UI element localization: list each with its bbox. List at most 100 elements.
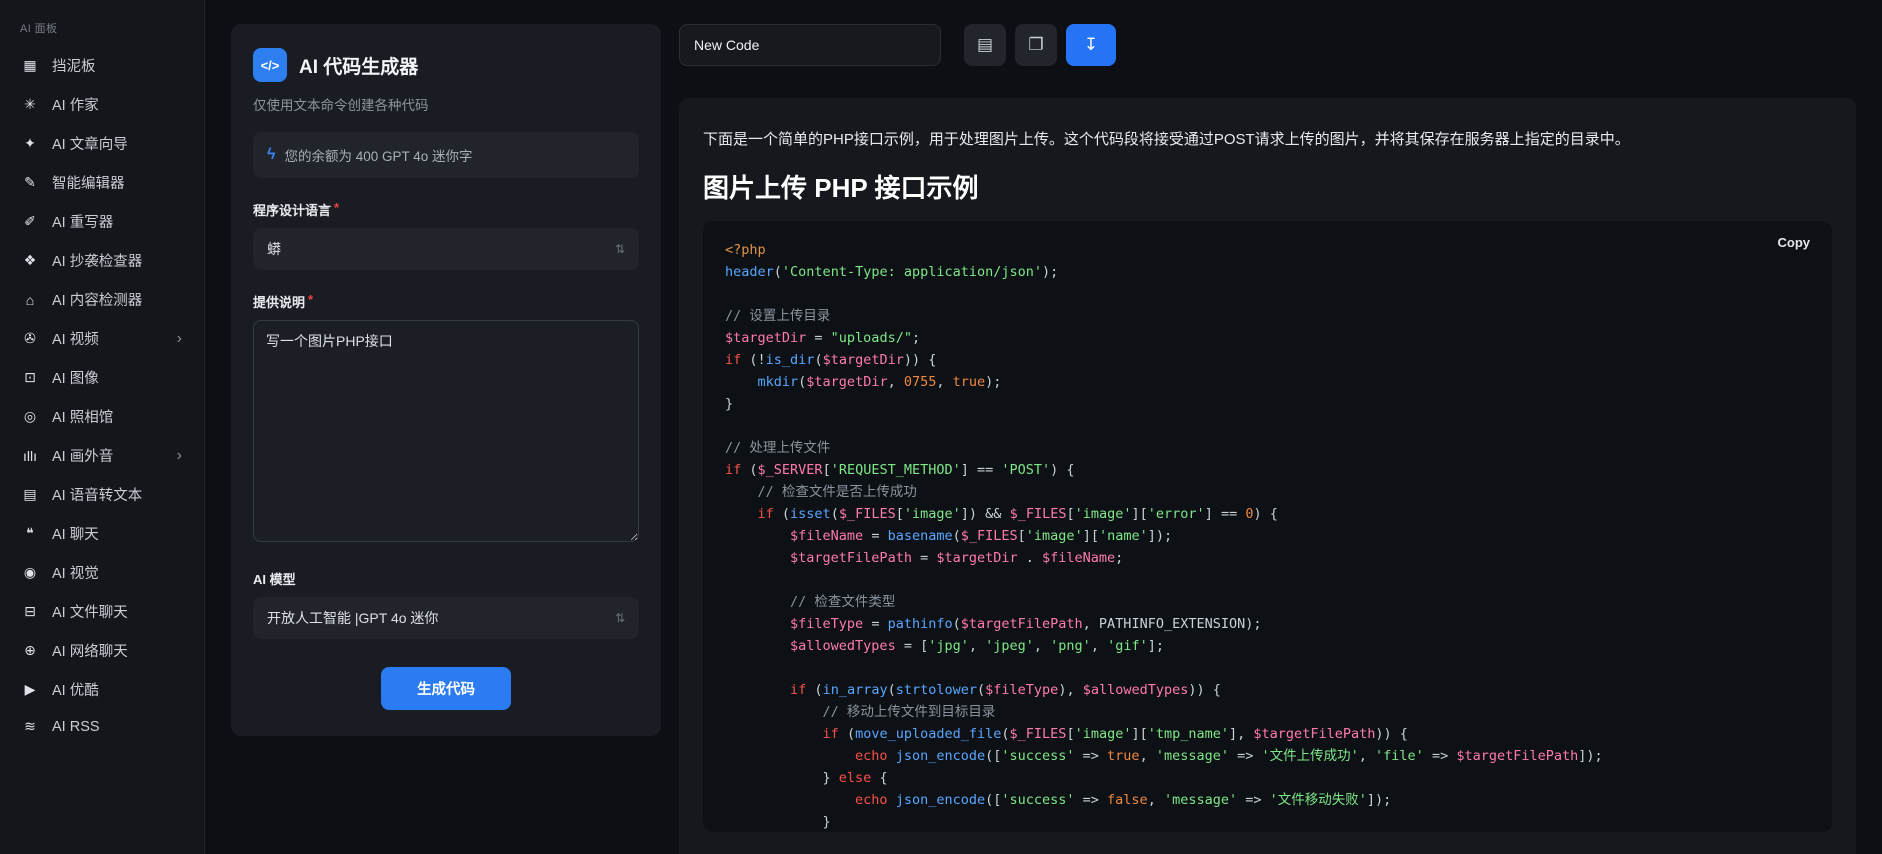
sidebar-item[interactable]: ✇ AI 视频 › — [0, 319, 204, 358]
sidebar-item-label: AI 照相馆 — [52, 406, 188, 427]
code-title-input[interactable] — [679, 24, 941, 66]
code-line: header('Content-Type: application/json')… — [725, 261, 1810, 283]
sidebar-item-label: AI RSS — [52, 719, 188, 735]
photo-studio-icon: ◎ — [21, 408, 39, 425]
code-line: // 处理上传文件 — [725, 437, 1810, 459]
document-icon: ▤ — [977, 35, 993, 55]
video-icon: ✇ — [21, 330, 39, 347]
language-select[interactable]: 蟒 ⇅ — [253, 228, 639, 270]
select-caret-icon: ⇅ — [615, 242, 625, 256]
code-block: Copy <?phpheader('Content-Type: applicat… — [703, 221, 1832, 832]
lightning-icon: ϟ — [267, 146, 275, 164]
speech-to-text-icon: ▤ — [21, 486, 39, 503]
code-line: if (in_array(strtolower($fileType), $all… — [725, 679, 1810, 701]
save-icon: ↧ — [1084, 35, 1098, 55]
required-mark: * — [308, 292, 313, 311]
chat-icon: ❝ — [21, 525, 39, 542]
code-line: } — [725, 811, 1810, 832]
save-button[interactable]: ↧ — [1066, 24, 1116, 66]
code-line: } else { — [725, 767, 1810, 789]
language-select-value: 蟒 — [267, 239, 281, 259]
sidebar-menu: ▦挡泥板✳AI 作家✦AI 文章向导✎智能编辑器✐AI 重写器❖AI 抄袭检查器… — [0, 46, 204, 744]
sidebar-item-label: AI 网络聊天 — [52, 640, 188, 661]
code-line: $allowedTypes = ['jpg', 'jpeg', 'png', '… — [725, 635, 1810, 657]
sidebar-item[interactable]: ıllıAI 画外音› — [0, 436, 204, 475]
code-line — [725, 657, 1810, 679]
output-toolbar-buttons: ▤ ❐ ↧ — [964, 24, 1116, 66]
required-mark: * — [334, 200, 339, 219]
sidebar-item-label: AI 视觉 — [52, 562, 188, 583]
sidebar-item[interactable]: ❖AI 抄袭检查器 — [0, 241, 204, 280]
instructions-label: 提供说明* — [253, 292, 639, 311]
sidebar-item[interactable]: ⊡ AI 图像 — [0, 358, 204, 397]
sidebar-item-label: AI 优酷 — [52, 679, 188, 700]
sidebar-item[interactable]: ⊟AI 文件聊天 — [0, 592, 204, 631]
sidebar-item[interactable]: ✎智能编辑器 — [0, 163, 204, 202]
sidebar-item[interactable]: ▦挡泥板 — [0, 46, 204, 85]
copy-code-button[interactable]: Copy — [1778, 235, 1811, 250]
content-detector-icon: ⌂ — [21, 292, 39, 308]
sidebar-item[interactable]: ❝ AI 聊天 — [0, 514, 204, 553]
code-line: // 移动上传文件到目标目录 — [725, 701, 1810, 723]
sidebar-section-label: AI 面板 — [0, 16, 204, 46]
sidebar-item-label: AI 语音转文本 — [52, 484, 188, 505]
code-line: echo json_encode(['success' => true, 'me… — [725, 745, 1810, 767]
chevron-right-icon: › — [177, 330, 188, 348]
main-area: </> AI 代码生成器 仅使用文本命令创建各种代码 ϟ 您的余额为 400 G… — [205, 0, 1882, 854]
sidebar-item-label: AI 作家 — [52, 94, 188, 115]
generator-subtitle: 仅使用文本命令创建各种代码 — [253, 94, 639, 114]
code-line — [725, 415, 1810, 437]
output-toolbar: ▤ ❐ ↧ — [679, 24, 1856, 66]
balance-text: 您的余额为 400 GPT 4o 迷你字 — [284, 145, 472, 165]
code-line: if (move_uploaded_file($_FILES['image'][… — [725, 723, 1810, 745]
dashboard-icon: ▦ — [21, 57, 39, 74]
code-line: } — [725, 393, 1810, 415]
sidebar-item[interactable]: ⊕ AI 网络聊天 — [0, 631, 204, 670]
sidebar-item[interactable]: ▤ AI 语音转文本 — [0, 475, 204, 514]
code-line: // 设置上传目录 — [725, 305, 1810, 327]
chevron-right-icon: › — [177, 447, 188, 465]
generate-code-button[interactable]: 生成代码 — [381, 667, 511, 710]
code-line: if (isset($_FILES['image']) && $_FILES['… — [725, 503, 1810, 525]
document-button[interactable]: ▤ — [964, 24, 1006, 66]
sidebar-item[interactable]: ≋ AI RSS — [0, 709, 204, 744]
balance-banner: ϟ 您的余额为 400 GPT 4o 迷你字 — [253, 132, 639, 178]
code-content: <?phpheader('Content-Type: application/j… — [725, 239, 1810, 832]
model-label: AI 模型 — [253, 569, 639, 588]
output-panel: ▤ ❐ ↧ 下面是一个简单的PHP接口示例，用于处理图片上传。这个代码段将接受通过P… — [679, 24, 1856, 854]
sidebar-item[interactable]: ◉AI 视觉 — [0, 553, 204, 592]
sidebar-item-label: AI 重写器 — [52, 211, 188, 232]
code-line: if ($_SERVER['REQUEST_METHOD'] == 'POST'… — [725, 459, 1810, 481]
code-line: <?php — [725, 239, 1810, 261]
web-chat-icon: ⊕ — [21, 642, 39, 659]
output-heading: 图片上传 PHP 接口示例 — [703, 168, 1832, 205]
copy-icon: ❐ — [1028, 35, 1043, 55]
model-select-value: 开放人工智能 |GPT 4o 迷你 — [267, 608, 438, 628]
sidebar-item[interactable]: ✐AI 重写器 — [0, 202, 204, 241]
code-line — [725, 569, 1810, 591]
sidebar-item-label: AI 视频 — [52, 328, 164, 349]
sidebar-item-label: AI 聊天 — [52, 523, 188, 544]
copy-button[interactable]: ❐ — [1015, 24, 1057, 66]
code-generator-icon: </> — [253, 48, 287, 82]
model-select[interactable]: 开放人工智能 |GPT 4o 迷你 ⇅ — [253, 597, 639, 639]
generator-title: AI 代码生成器 — [299, 52, 418, 79]
file-chat-icon: ⊟ — [21, 603, 39, 620]
language-label: 程序设计语言* — [253, 200, 639, 219]
sidebar-item-label: AI 文章向导 — [52, 133, 188, 154]
sidebar-item-label: AI 图像 — [52, 367, 188, 388]
sidebar-item[interactable]: ⌂AI 内容检测器 — [0, 280, 204, 319]
sidebar-item[interactable]: ◎ AI 照相馆 — [0, 397, 204, 436]
code-line: $fileName = basename($_FILES['image']['n… — [725, 525, 1810, 547]
code-line: $fileType = pathinfo($targetFilePath, PA… — [725, 613, 1810, 635]
sidebar: AI 面板 ▦挡泥板✳AI 作家✦AI 文章向导✎智能编辑器✐AI 重写器❖AI… — [0, 0, 205, 854]
sidebar-item[interactable]: ✳AI 作家 — [0, 85, 204, 124]
sidebar-item[interactable]: ▶AI 优酷 — [0, 670, 204, 709]
instructions-textarea[interactable]: 写一个图片PHP接口 — [253, 320, 639, 542]
generator-panel: </> AI 代码生成器 仅使用文本命令创建各种代码 ϟ 您的余额为 400 G… — [231, 24, 661, 736]
sidebar-item[interactable]: ✦AI 文章向导 — [0, 124, 204, 163]
output-description: 下面是一个简单的PHP接口示例，用于处理图片上传。这个代码段将接受通过POST请… — [703, 128, 1832, 152]
rss-icon: ≋ — [21, 718, 39, 735]
code-line — [725, 283, 1810, 305]
image-icon: ⊡ — [21, 369, 39, 386]
